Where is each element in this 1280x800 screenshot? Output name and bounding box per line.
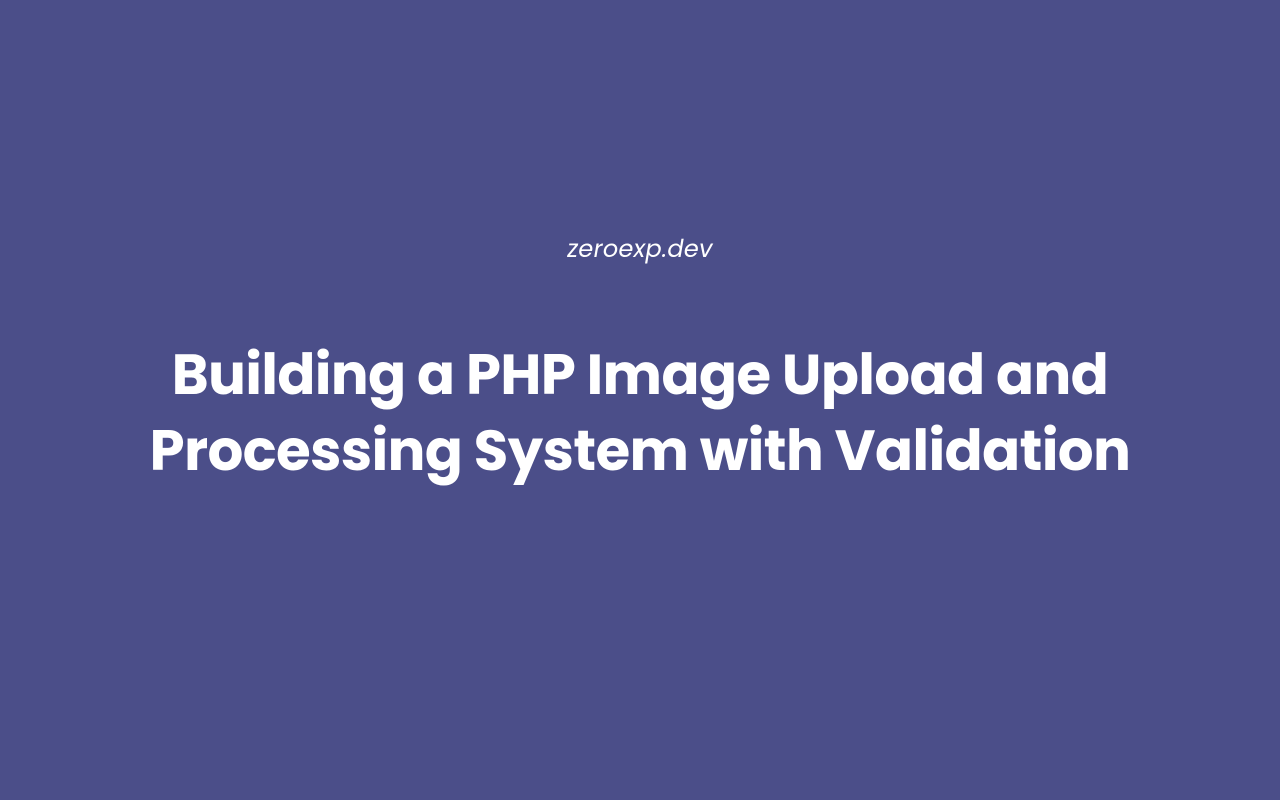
hero-container: zeroexp.dev Building a PHP Image Upload … — [90, 232, 1190, 488]
site-subtitle: zeroexp.dev — [567, 232, 713, 267]
article-title: Building a PHP Image Upload and Processi… — [90, 337, 1190, 488]
